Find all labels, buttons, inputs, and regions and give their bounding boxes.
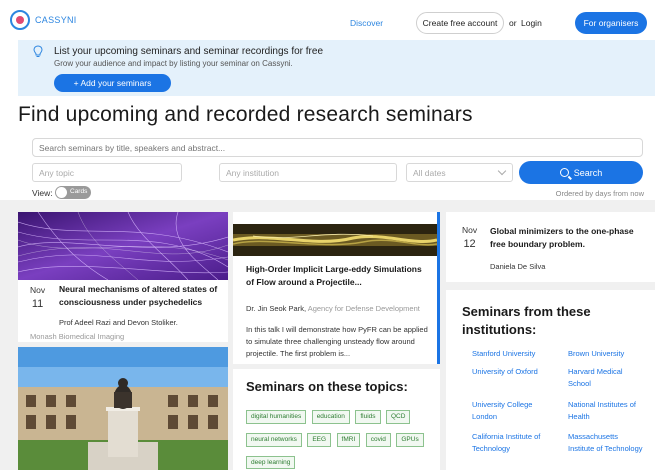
seminar-affiliation: Agency for Defense Development: [307, 304, 420, 313]
ordering-note: Ordered by days from now: [555, 189, 644, 198]
institution-link[interactable]: Massachusetts Institute of Technology: [568, 431, 643, 455]
add-seminars-button[interactable]: + Add your seminars: [54, 74, 171, 92]
institution-link[interactable]: California Institute of Technology: [472, 431, 552, 455]
topic-chip[interactable]: deep learning: [246, 455, 296, 470]
create-account-button[interactable]: Create free account: [416, 12, 504, 34]
search-icon: [559, 168, 569, 177]
topic-chip[interactable]: education: [311, 410, 350, 424]
seminar-card[interactable]: Nov 12 Global minimizers to the one-phas…: [446, 212, 655, 282]
seminar-title[interactable]: Neural mechanisms of altered states of c…: [59, 283, 224, 309]
cassyni-logo[interactable]: CASSYNI: [10, 10, 77, 30]
institutions-title: Seminars from these institutions:: [462, 304, 591, 338]
institution-link[interactable]: University College London: [472, 399, 547, 423]
topic-filter-value: Any topic: [39, 168, 74, 178]
discover-link[interactable]: Discover: [350, 18, 383, 28]
promo-banner: List your upcoming seminars and seminar …: [18, 40, 655, 96]
date-month: Nov: [462, 225, 478, 235]
topic-chip[interactable]: neural networks: [246, 432, 302, 447]
topic-chip[interactable]: QCD: [385, 410, 411, 424]
cassyni-logo-icon: [10, 10, 30, 30]
topic-chip[interactable]: digital humanities: [246, 410, 307, 424]
topic-chip[interactable]: GPUs: [396, 432, 424, 447]
topic-filter[interactable]: Any topic: [32, 163, 182, 182]
lightbulb-icon: [33, 45, 43, 57]
page-title: Find upcoming and recorded research semi…: [18, 103, 473, 126]
seminar-speaker: Dr. Jin Seok Park,: [246, 304, 307, 313]
topic-chip[interactable]: fluids: [355, 410, 381, 424]
institutions-panel: Seminars from these institutions: Stanfo…: [446, 290, 655, 470]
search-button-label: Search: [573, 167, 603, 178]
date-month: Nov: [30, 285, 46, 295]
topic-chips: digital humanities education fluids QCD …: [246, 405, 436, 470]
date-badge: Nov 11: [30, 285, 45, 310]
institution-link[interactable]: Harvard Medical School: [568, 366, 638, 390]
for-organisers-button[interactable]: For organisers: [575, 12, 647, 34]
date-day: 11: [31, 298, 44, 310]
view-toggle[interactable]: Cards: [55, 186, 91, 199]
building-photo: [18, 347, 228, 470]
institution-filter[interactable]: Any institution: [219, 163, 397, 182]
simulation-image: [233, 224, 437, 256]
date-day: 12: [463, 238, 476, 250]
dates-select-value: All dates: [413, 168, 446, 178]
or-text: or: [509, 18, 517, 28]
institution-link[interactable]: Stanford University: [472, 348, 557, 360]
topic-chip[interactable]: covid: [365, 432, 391, 447]
topics-title: Seminars on these topics:: [246, 379, 408, 394]
toggle-knob: [56, 187, 67, 198]
banner-subtitle: Grow your audience and impact by listing…: [54, 59, 293, 68]
topic-chip[interactable]: fMRI: [336, 432, 361, 447]
seminar-speaker: Prof Adeel Razi and Devon Stoliker.: [59, 318, 178, 327]
date-badge: Nov 12: [462, 225, 477, 250]
top-navbar: CASSYNI Discover Create free account or …: [0, 0, 655, 40]
toggle-label: Cards: [70, 188, 88, 195]
banner-title: List your upcoming seminars and seminar …: [54, 46, 324, 57]
search-button[interactable]: Search: [519, 161, 643, 184]
seminar-title[interactable]: High-Order Implicit Large-eddy Simulatio…: [246, 263, 426, 289]
institution-filter-value: Any institution: [226, 168, 279, 178]
seminar-card[interactable]: High-Order Implicit Large-eddy Simulatio…: [233, 212, 440, 364]
login-link[interactable]: Login: [521, 18, 542, 28]
institution-link[interactable]: University of Oxford: [472, 366, 542, 378]
topics-panel: Seminars on these topics: digital humani…: [233, 369, 440, 470]
seminar-description: In this talk I will demonstrate how PyFR…: [246, 325, 428, 358]
seminar-speaker-line: Dr. Jin Seok Park, Agency for Defense De…: [246, 303, 431, 315]
view-label: View:: [32, 188, 53, 198]
seminar-title[interactable]: Global minimizers to the one-phase free …: [490, 225, 650, 251]
seminar-affiliation: Monash Biomedical Imaging: [30, 332, 125, 341]
chevron-down-icon: [497, 166, 507, 176]
logo-text: CASSYNI: [35, 15, 77, 25]
seminar-card-image[interactable]: [18, 347, 228, 470]
institution-link[interactable]: Brown University: [568, 348, 653, 360]
dates-select[interactable]: All dates: [406, 163, 513, 182]
institution-link[interactable]: National Institutes of Health: [568, 399, 643, 423]
neural-fibers-image: [18, 212, 228, 280]
seminar-card[interactable]: Nov 11 Neural mechanisms of altered stat…: [18, 212, 228, 342]
search-input[interactable]: [32, 138, 643, 157]
seminar-speaker: Daniela De Silva: [490, 262, 546, 271]
topic-chip[interactable]: EEG: [307, 432, 332, 447]
